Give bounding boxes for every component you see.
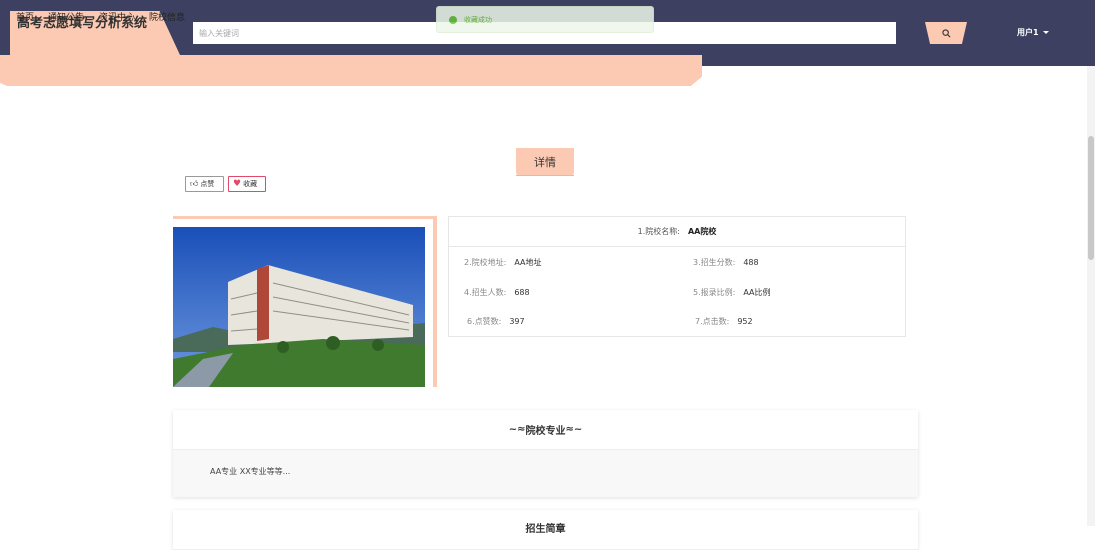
wave-ornament-icon: ~≈ (508, 424, 526, 435)
like-button[interactable]: 👍︎ 点赞 (185, 176, 224, 192)
field-value: AA地址 (514, 258, 542, 267)
field-value: 952 (737, 317, 753, 326)
caret-down-icon (1042, 31, 1049, 34)
user-dropdown[interactable]: 用户1 (1017, 27, 1049, 38)
success-toast: 收藏成功 (436, 6, 654, 33)
majors-title: 院校专业 (525, 426, 566, 437)
school-name-value: AA院校 (687, 227, 717, 236)
favorite-label: 收藏 (243, 180, 258, 188)
majors-section: ~≈ 院校专业 ≈~ AA专业 XX专业等等... (173, 410, 918, 497)
section-title: ~≈ 院校专业 ≈~ (173, 410, 918, 450)
admissions-section: 招生简章 (173, 510, 918, 550)
search-button[interactable] (925, 22, 967, 44)
thumbs-up-icon: 👍︎ (190, 179, 199, 188)
field-label: 7.点击数: (695, 317, 730, 326)
wave-ornament-icon: ≈~ (565, 424, 583, 435)
nav-notices[interactable]: 通知公告 (48, 10, 84, 23)
tab-underline (516, 175, 574, 176)
scrollbar-thumb[interactable] (1088, 136, 1094, 260)
campus-photo (173, 227, 425, 387)
heart-icon: ♥ (233, 179, 242, 189)
field-label: 4.招生人数: (464, 288, 507, 297)
info-likes: 6.点赞数: 397 (467, 316, 525, 327)
main-nav (0, 55, 702, 86)
info-enrollment: 4.招生人数: 688 (464, 287, 530, 298)
field-label: 3.招生分数: (693, 258, 736, 267)
field-value: 688 (514, 288, 530, 297)
tab-detail[interactable]: 详情 (516, 148, 574, 176)
check-circle-icon (449, 15, 457, 24)
field-label: 5.报录比例: (693, 288, 736, 297)
info-ratio: 5.报录比例: AA比例 (693, 287, 771, 298)
info-address: 2.院校地址: AA地址 (464, 257, 542, 268)
search-icon (941, 28, 950, 37)
toast-message: 收藏成功 (464, 15, 492, 24)
nav-news[interactable]: 资讯中心 (99, 10, 135, 23)
info-score: 3.招生分数: 488 (693, 257, 759, 268)
field-value: 488 (743, 258, 759, 267)
nav-home[interactable]: 首页 (16, 10, 34, 23)
majors-content: AA专业 XX专业等等... (173, 450, 918, 497)
admissions-title: 招生简章 (173, 510, 918, 550)
like-label: 点赞 (200, 180, 215, 188)
school-name-row: 1.院校名称: AA院校 (449, 217, 905, 247)
nav-schools[interactable]: 院校信息 (149, 10, 185, 23)
user-name: 用户1 (1017, 28, 1039, 37)
school-info-panel: 1.院校名称: AA院校 2.院校地址: AA地址 3.招生分数: 488 4.招生… (448, 216, 906, 337)
field-value: AA比例 (743, 288, 771, 297)
page-scrollbar[interactable] (1087, 66, 1095, 526)
field-value: 397 (509, 317, 525, 326)
school-name-label: 1.院校名称: (637, 227, 680, 236)
field-label: 2.院校地址: (464, 258, 507, 267)
info-clicks: 7.点击数: 952 (695, 316, 753, 327)
favorite-button[interactable]: ♥ 收藏 (228, 176, 266, 192)
field-label: 6.点赞数: (467, 317, 502, 326)
